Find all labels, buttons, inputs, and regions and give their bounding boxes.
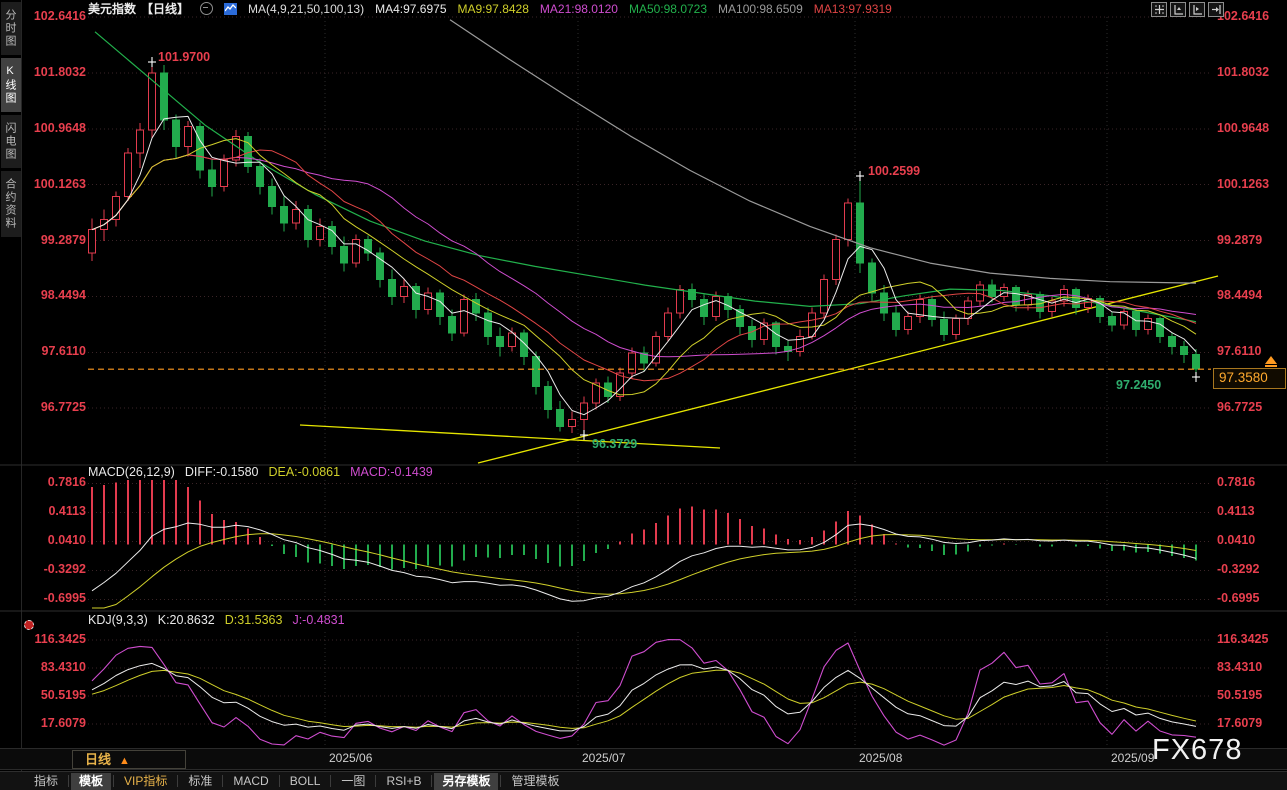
macd-diff-value: DIFF:-0.1580 xyxy=(184,465,259,479)
indicator-dot-icon[interactable] xyxy=(24,620,34,630)
toolbar-separator xyxy=(113,775,115,787)
chart-header: 美元指数 【日线】 MA(4,9,21,50,100,13) MA4:97.69… xyxy=(88,1,892,17)
ma-value-4: MA100:98.6509 xyxy=(718,1,803,16)
x-axis-date-2025/07: 2025/07 xyxy=(582,751,626,765)
kdj-y-tick-left-2: 50.5195 xyxy=(40,688,86,702)
toolbar-tab-标准[interactable]: 标准 xyxy=(180,773,220,790)
kdj-y-tick-right-1: 83.4310 xyxy=(1217,660,1263,674)
period-selector-label: 日线 xyxy=(85,752,112,767)
macd-y-tick-right-3: -0.3292 xyxy=(1217,562,1260,577)
main-y-tick-right-5: 98.4494 xyxy=(1217,288,1263,303)
toolbar-separator xyxy=(330,775,332,787)
macd-y-tick-right-2: 0.0410 xyxy=(1217,533,1256,548)
toolbar-tab-RSI+B[interactable]: RSI+B xyxy=(378,773,429,790)
ma-value-2: MA21:98.0120 xyxy=(539,1,618,16)
toolbar-separator xyxy=(177,775,179,787)
mini-chart-icon[interactable] xyxy=(224,2,238,15)
symbol-title: 美元指数 xyxy=(88,2,137,16)
toolbar-tab-模板[interactable]: 模板 xyxy=(71,772,112,790)
jump-to-latest-icon[interactable] xyxy=(1208,2,1224,17)
macd-y-tick-right-1: 0.4113 xyxy=(1217,504,1255,519)
watermark-logo: FX678 xyxy=(1152,734,1243,766)
high-price-label-2: 100.2599 xyxy=(868,164,921,178)
kdj-y-tick-left-3: 17.6079 xyxy=(40,716,86,730)
main-y-tick-left-5: 98.4494 xyxy=(40,288,86,303)
current-price-badge: 97.3580 xyxy=(1213,368,1286,389)
ma-value-3: MA50:98.0723 xyxy=(628,1,708,16)
low-price-label-2: 97.2450 xyxy=(1116,378,1162,392)
bottom-toolbar: 指标 模板 VIP指标 标准 MACD BOLL 一图 RSI+B 另存模板 管理模板 xyxy=(0,771,1287,790)
macd-y-tick-right-4: -0.6995 xyxy=(1217,591,1260,606)
ma-value-0: MA4:97.6975 xyxy=(375,1,447,16)
toolbar-separator xyxy=(375,775,377,787)
triangle-up-icon: ▲ xyxy=(119,755,130,767)
main-y-tick-right-2: 100.9648 xyxy=(1217,120,1270,135)
main-y-tick-left-7: 96.7725 xyxy=(40,400,86,415)
x-axis-date-2025/06: 2025/06 xyxy=(329,751,373,765)
date-axis-bar xyxy=(0,748,1287,770)
high-price-label-1: 101.9700 xyxy=(158,50,211,64)
kdj-j-value: J:-0.4831 xyxy=(292,613,345,627)
toolbar-tab-MACD[interactable]: MACD xyxy=(225,773,276,790)
macd-y-tick-left-4: -0.6995 xyxy=(43,591,86,606)
axis-zoom-in-icon[interactable] xyxy=(1170,2,1186,17)
kdj-label: KDJ(9,3,3) xyxy=(88,613,148,627)
ma-values: MA4:97.6975 MA9:97.8428 MA21:98.0120 MA50:9… xyxy=(375,2,892,16)
main-y-tick-left-6: 97.6110 xyxy=(41,344,87,359)
macd-panel-header: MACD(26,12,9) DIFF:-0.1580 DEA:-0.0861 M… xyxy=(88,465,433,479)
kdj-y-tick-right-0: 116.3425 xyxy=(1217,632,1269,646)
toolbar-tab-一图[interactable]: 一图 xyxy=(333,773,373,790)
period-selector-button[interactable]: 日线 ▲ xyxy=(72,750,186,769)
x-axis-date-2025/08: 2025/08 xyxy=(859,751,903,765)
macd-y-tick-left-0: 0.7816 xyxy=(47,475,86,490)
axis-zoom-out-icon[interactable] xyxy=(1189,2,1205,17)
main-y-tick-left-2: 100.9648 xyxy=(33,120,86,135)
macd-y-tick-right-0: 0.7816 xyxy=(1217,475,1256,490)
chart-canvas[interactable] xyxy=(0,0,1287,790)
collapse-circle-icon[interactable] xyxy=(200,2,214,15)
main-y-tick-left-4: 99.2879 xyxy=(40,232,86,247)
price-marker-icon[interactable] xyxy=(1265,356,1277,367)
toolbar-separator xyxy=(222,775,224,787)
kdj-d-value: D:31.5363 xyxy=(224,613,283,627)
chart-tool-icons xyxy=(1151,2,1224,17)
x-axis-date-2025/09: 2025/09 xyxy=(1111,751,1155,765)
main-y-tick-right-3: 100.1263 xyxy=(1217,176,1270,191)
macd-label: MACD(26,12,9) xyxy=(88,465,175,479)
crosshair-move-icon[interactable] xyxy=(1151,2,1167,17)
main-y-tick-left-1: 101.8032 xyxy=(33,64,86,79)
toolbar-tab-另存模板[interactable]: 另存模板 xyxy=(434,772,499,790)
macd-y-tick-left-1: 0.4113 xyxy=(48,504,86,519)
macd-y-tick-left-3: -0.3292 xyxy=(43,562,86,577)
ma-summary: MA(4,9,21,50,100,13) xyxy=(248,1,365,16)
main-y-tick-left-0: 102.6416 xyxy=(33,9,86,23)
macd-dea-value: DEA:-0.0861 xyxy=(268,465,341,479)
main-y-tick-right-4: 99.2879 xyxy=(1217,232,1263,247)
toolbar-tab-管理模板[interactable]: 管理模板 xyxy=(503,773,567,790)
ma-value-1: MA9:97.8428 xyxy=(457,1,529,16)
ma-value-5: MA13:97.9319 xyxy=(813,1,892,16)
toolbar-separator xyxy=(500,775,502,787)
toolbar-tab-指标[interactable]: 指标 xyxy=(26,773,66,790)
kdj-y-tick-right-2: 50.5195 xyxy=(1217,688,1263,702)
macd-y-tick-left-2: 0.0410 xyxy=(47,533,86,548)
main-y-tick-left-3: 100.1263 xyxy=(33,176,86,191)
kdj-y-tick-right-3: 17.6079 xyxy=(1217,716,1263,730)
main-y-tick-right-1: 101.8032 xyxy=(1217,64,1270,79)
low-price-label-1: 96.3729 xyxy=(592,437,638,451)
toolbar-separator xyxy=(278,775,280,787)
main-y-tick-right-7: 96.7725 xyxy=(1217,400,1263,415)
toolbar-tab-BOLL[interactable]: BOLL xyxy=(282,773,329,790)
period-label: 【日线】 xyxy=(141,2,190,16)
toolbar-tab-VIP指标[interactable]: VIP指标 xyxy=(116,773,175,790)
toolbar-separator xyxy=(68,775,70,787)
macd-macd-value: MACD:-0.1439 xyxy=(350,465,433,479)
kdj-k-value: K:20.8632 xyxy=(157,613,215,627)
main-y-tick-right-0: 102.6416 xyxy=(1217,9,1270,23)
kdj-y-tick-left-0: 116.3425 xyxy=(34,632,86,646)
kdj-y-tick-left-1: 83.4310 xyxy=(40,660,86,674)
kdj-panel-header: KDJ(9,3,3) K:20.8632 D:31.5363 J:-0.4831 xyxy=(88,613,345,627)
toolbar-separator xyxy=(431,775,433,787)
